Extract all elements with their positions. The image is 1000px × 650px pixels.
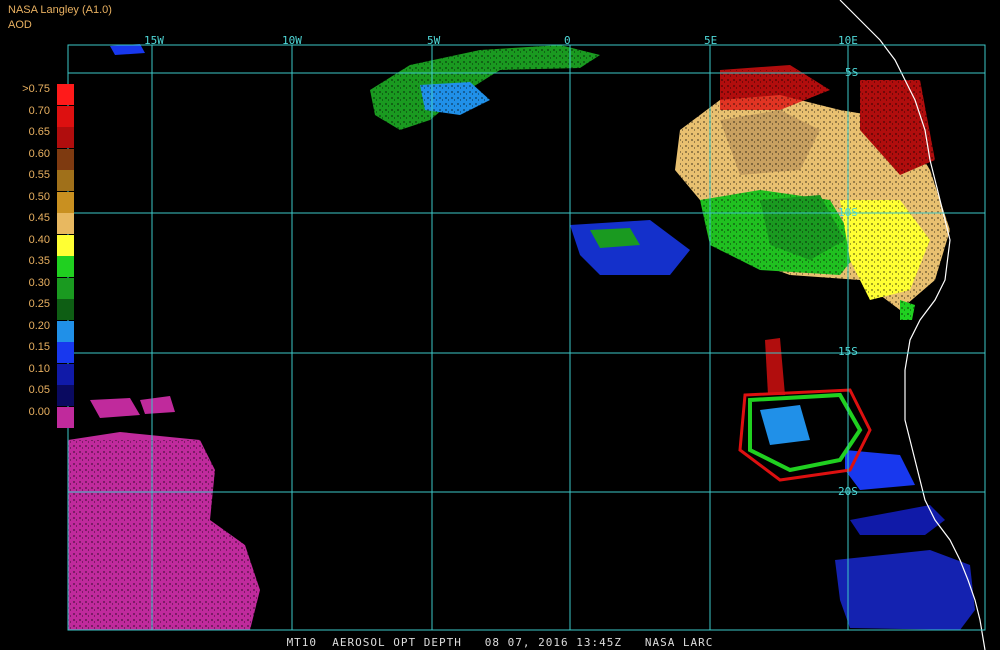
legend-swatch	[57, 256, 74, 277]
legend-swatch	[57, 234, 74, 256]
lon-label: 5W	[427, 34, 441, 47]
legend-swatch	[57, 299, 74, 320]
legend-swatch	[57, 191, 74, 213]
legend-label: 0.20	[28, 319, 50, 332]
legend-swatch	[57, 170, 74, 191]
legend-label: 0.65	[28, 126, 50, 138]
legend-swatch	[57, 213, 74, 234]
header-subtitle: AOD	[8, 19, 32, 31]
legend-label: 0.40	[28, 233, 50, 246]
legend-label: >0.75	[22, 83, 50, 95]
legend-swatch	[57, 363, 74, 385]
legend-swatch	[57, 148, 74, 170]
footer-caption: MT10 AEROSOL OPT DEPTH 08 07, 2016 13:45…	[286, 636, 714, 649]
legend-swatch	[57, 127, 74, 148]
legend-swatch	[57, 320, 74, 342]
lon-label: 0	[564, 34, 571, 47]
legend-label: 0.45	[28, 212, 50, 224]
lon-label: 15W	[144, 34, 164, 47]
legend-swatch	[57, 277, 74, 299]
legend-label: 0.35	[28, 255, 50, 267]
legend-label: 0.15	[28, 341, 50, 353]
aod-map	[67, 0, 986, 650]
legend-label: 0.55	[28, 169, 50, 181]
legend-label: 0.25	[28, 298, 50, 310]
legend-label: 0.30	[28, 276, 50, 289]
lon-label: 10E	[838, 34, 858, 47]
legend-label: 0.00	[28, 405, 50, 418]
legend-label: 0.10	[28, 362, 50, 375]
legend-label: 0.70	[28, 104, 50, 117]
lat-label: 15S	[838, 345, 858, 358]
lat-label: 20S	[838, 485, 858, 498]
legend-label: 0.60	[28, 147, 50, 160]
aod-field	[68, 44, 975, 630]
header-title: NASA Langley (A1.0)	[8, 4, 112, 16]
aod-legend: >0.75 0.70 0.65 0.60 0.55 0.50 0.45 0.40 0.35 0.3…	[0, 78, 80, 438]
legend-label: 0.05	[28, 384, 50, 396]
legend-swatch	[57, 342, 74, 363]
lat-label: 5S	[845, 66, 859, 79]
lat-label: 10S	[838, 206, 858, 219]
legend-swatch	[57, 385, 74, 406]
lon-label: 10W	[282, 34, 302, 47]
lon-label: 5E	[704, 34, 718, 47]
legend-label: 0.50	[28, 190, 50, 203]
legend-swatch	[57, 105, 74, 127]
legend-swatch	[57, 84, 74, 105]
legend-swatch	[57, 406, 74, 428]
